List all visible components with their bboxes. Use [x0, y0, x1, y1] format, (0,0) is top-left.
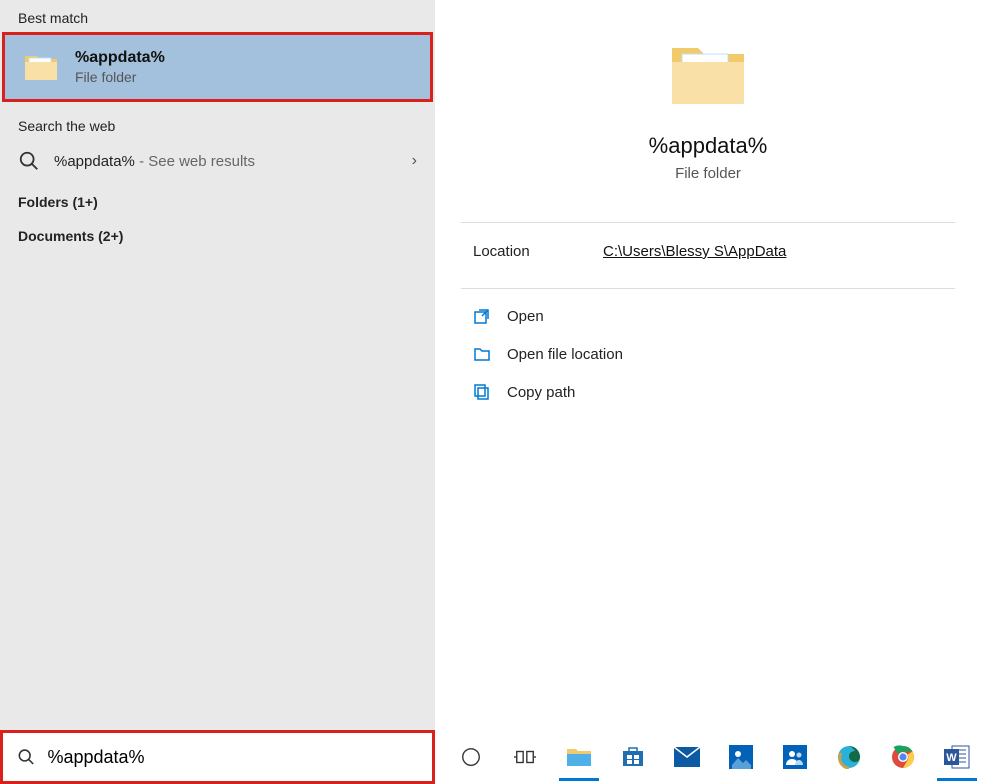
preview-column: %appdata% File folder Location C:\Users\…: [435, 0, 981, 784]
search-input[interactable]: [47, 747, 418, 768]
people-icon: [783, 745, 807, 769]
task-view-icon: [514, 746, 536, 768]
search-icon: [17, 747, 35, 767]
open-icon: [473, 307, 491, 325]
file-explorer-icon: [566, 746, 592, 768]
web-result-row[interactable]: %appdata% - See web results ›: [0, 140, 435, 182]
microsoft-store-button[interactable]: [609, 733, 657, 781]
preview-title: %appdata%: [435, 133, 981, 159]
chrome-button[interactable]: [879, 733, 927, 781]
search-web-label: Search the web: [0, 102, 435, 140]
location-label: Location: [473, 243, 603, 260]
word-button[interactable]: W: [933, 733, 981, 781]
edge-button[interactable]: [825, 733, 873, 781]
folder-icon: [668, 40, 748, 110]
edge-icon: [837, 745, 861, 769]
photos-icon: [729, 745, 753, 769]
copy-path-label: Copy path: [507, 384, 575, 401]
task-view-button[interactable]: [501, 733, 549, 781]
folder-location-icon: [473, 345, 491, 363]
open-action[interactable]: Open: [473, 297, 955, 335]
people-button[interactable]: [771, 733, 819, 781]
open-file-location-label: Open file location: [507, 346, 623, 363]
results-column: Best match %appdata% File folder Search …: [0, 0, 435, 784]
folder-icon: [23, 52, 59, 82]
chrome-icon: [891, 745, 915, 769]
documents-category[interactable]: Documents (2+): [0, 216, 435, 250]
copy-path-action[interactable]: Copy path: [473, 373, 955, 411]
web-result-suffix: - See web results: [135, 153, 255, 170]
open-file-location-action[interactable]: Open file location: [473, 335, 955, 373]
best-match-label: Best match: [0, 0, 435, 32]
windows-search-panel: Best match %appdata% File folder Search …: [0, 0, 981, 784]
search-icon: [18, 150, 40, 172]
cortana-icon: [460, 746, 482, 768]
svg-text:W: W: [946, 752, 957, 764]
chevron-right-icon: ›: [412, 152, 417, 170]
best-match-item[interactable]: %appdata% File folder: [2, 32, 433, 102]
best-match-title: %appdata%: [75, 49, 165, 67]
word-icon: W: [944, 745, 970, 769]
cortana-button[interactable]: [447, 733, 495, 781]
store-icon: [621, 745, 645, 769]
taskbar: W: [435, 730, 981, 784]
preview-subtitle: File folder: [435, 165, 981, 182]
web-result-query: %appdata%: [54, 153, 135, 170]
best-match-subtitle: File folder: [75, 69, 165, 85]
location-value[interactable]: C:\Users\Blessy S\AppData: [603, 243, 786, 260]
photos-button[interactable]: [717, 733, 765, 781]
folders-category[interactable]: Folders (1+): [0, 182, 435, 216]
open-action-label: Open: [507, 308, 544, 325]
mail-button[interactable]: [663, 733, 711, 781]
search-bar[interactable]: [0, 730, 435, 784]
copy-icon: [473, 383, 491, 401]
mail-icon: [674, 747, 700, 767]
file-explorer-button[interactable]: [555, 733, 603, 781]
